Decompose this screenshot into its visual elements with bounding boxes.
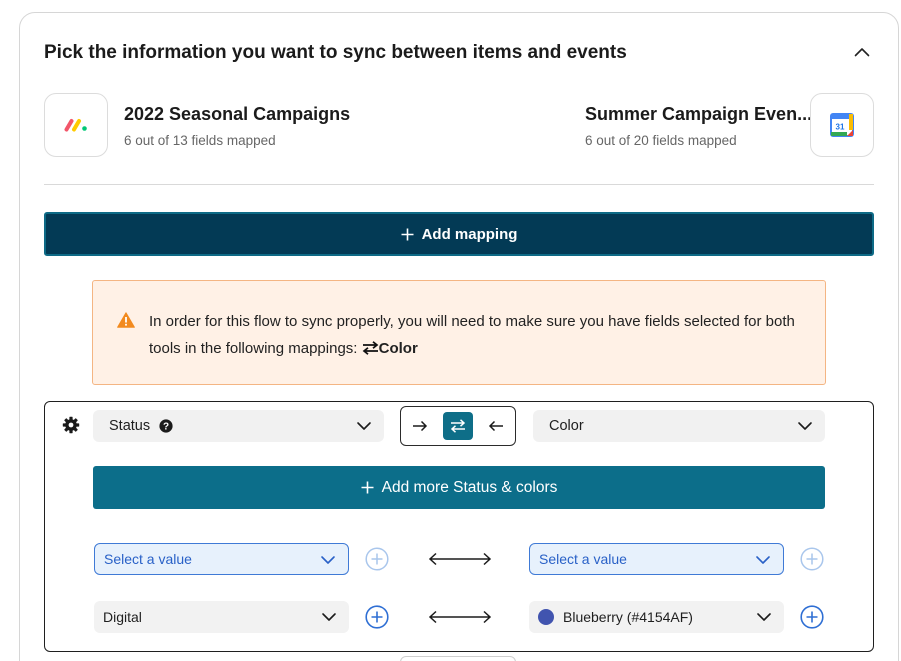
monday-logo-icon (64, 119, 87, 132)
right-value-select[interactable]: Select a value (529, 543, 784, 575)
arrow-right-icon (413, 420, 428, 432)
chevron-down-icon (756, 556, 770, 564)
svg-text:?: ? (163, 422, 169, 433)
add-value-circle-icon[interactable] (365, 605, 389, 629)
double-arrow-icon (428, 552, 492, 566)
add-mapping-label: Add mapping (421, 225, 518, 243)
collapse-button[interactable] (850, 40, 874, 64)
right-field-value: Color (549, 418, 584, 434)
warning-icon (117, 312, 135, 328)
sync-direction-toggle (400, 406, 516, 446)
arrow-left-icon (488, 420, 503, 432)
direction-right-to-left-button[interactable] (481, 412, 511, 440)
two-way-arrows-icon (450, 419, 466, 433)
left-field-select[interactable]: Status ? (93, 410, 384, 442)
direction-two-way-button[interactable] (443, 412, 473, 440)
add-value-circle-icon[interactable] (800, 605, 824, 629)
right-app-tile: 31 (810, 93, 874, 157)
color-swatch (538, 609, 554, 625)
panel-title: Pick the information you want to sync be… (44, 42, 627, 63)
add-mapping-button[interactable]: Add mapping (44, 212, 874, 256)
add-more-values-button[interactable]: Add more Status & colors (93, 466, 825, 509)
chevron-down-icon (321, 556, 335, 564)
right-value: Blueberry (#4154AF) (563, 609, 693, 625)
left-field-value: Status (109, 418, 151, 434)
divider (44, 184, 874, 185)
add-value-circle-icon[interactable] (800, 547, 824, 571)
left-app-name: 2022 Seasonal Campaigns (124, 104, 351, 124)
warning-message: In order for this flow to sync properly,… (149, 308, 809, 362)
next-direction-toggle[interactable] (400, 656, 516, 661)
mapping-settings-button[interactable] (62, 416, 80, 439)
left-value: Digital (103, 609, 142, 625)
warning-tag-label: Color (378, 340, 418, 357)
double-arrow-icon (428, 610, 492, 624)
calendar-day-number: 31 (836, 123, 845, 132)
warning-text: In order for this flow to sync properly,… (149, 313, 795, 357)
gear-icon (62, 416, 80, 434)
chevron-down-icon (757, 613, 771, 621)
direction-left-to-right-button[interactable] (405, 412, 435, 440)
right-value-select[interactable]: Blueberry (#4154AF) (529, 601, 784, 633)
right-value-placeholder: Select a value (539, 551, 627, 567)
right-app-fields-count: 6 out of 20 fields mapped (585, 133, 737, 148)
add-value-circle-icon[interactable] (365, 547, 389, 571)
left-value-select[interactable]: Digital (94, 601, 349, 633)
plus-icon (361, 481, 374, 494)
help-icon[interactable]: ? (159, 419, 173, 433)
plus-icon (401, 228, 414, 240)
two-way-arrows-icon (362, 341, 379, 355)
chevron-down-icon (357, 422, 371, 430)
left-app-tile (44, 93, 108, 157)
google-calendar-icon: 31 (830, 113, 854, 137)
warning-mapping-tag[interactable]: Color (362, 340, 418, 357)
right-app-name: Summer Campaign Even... (585, 104, 813, 124)
right-field-select[interactable]: Color (533, 410, 825, 442)
left-value-placeholder: Select a value (104, 551, 192, 567)
add-more-label: Add more Status & colors (381, 478, 558, 496)
warning-banner: In order for this flow to sync properly,… (92, 280, 826, 385)
chevron-down-icon (798, 422, 812, 430)
chevron-up-icon (854, 48, 870, 57)
left-app-fields-count: 6 out of 13 fields mapped (124, 133, 276, 148)
left-value-select[interactable]: Select a value (94, 543, 349, 575)
chevron-down-icon (322, 613, 336, 621)
